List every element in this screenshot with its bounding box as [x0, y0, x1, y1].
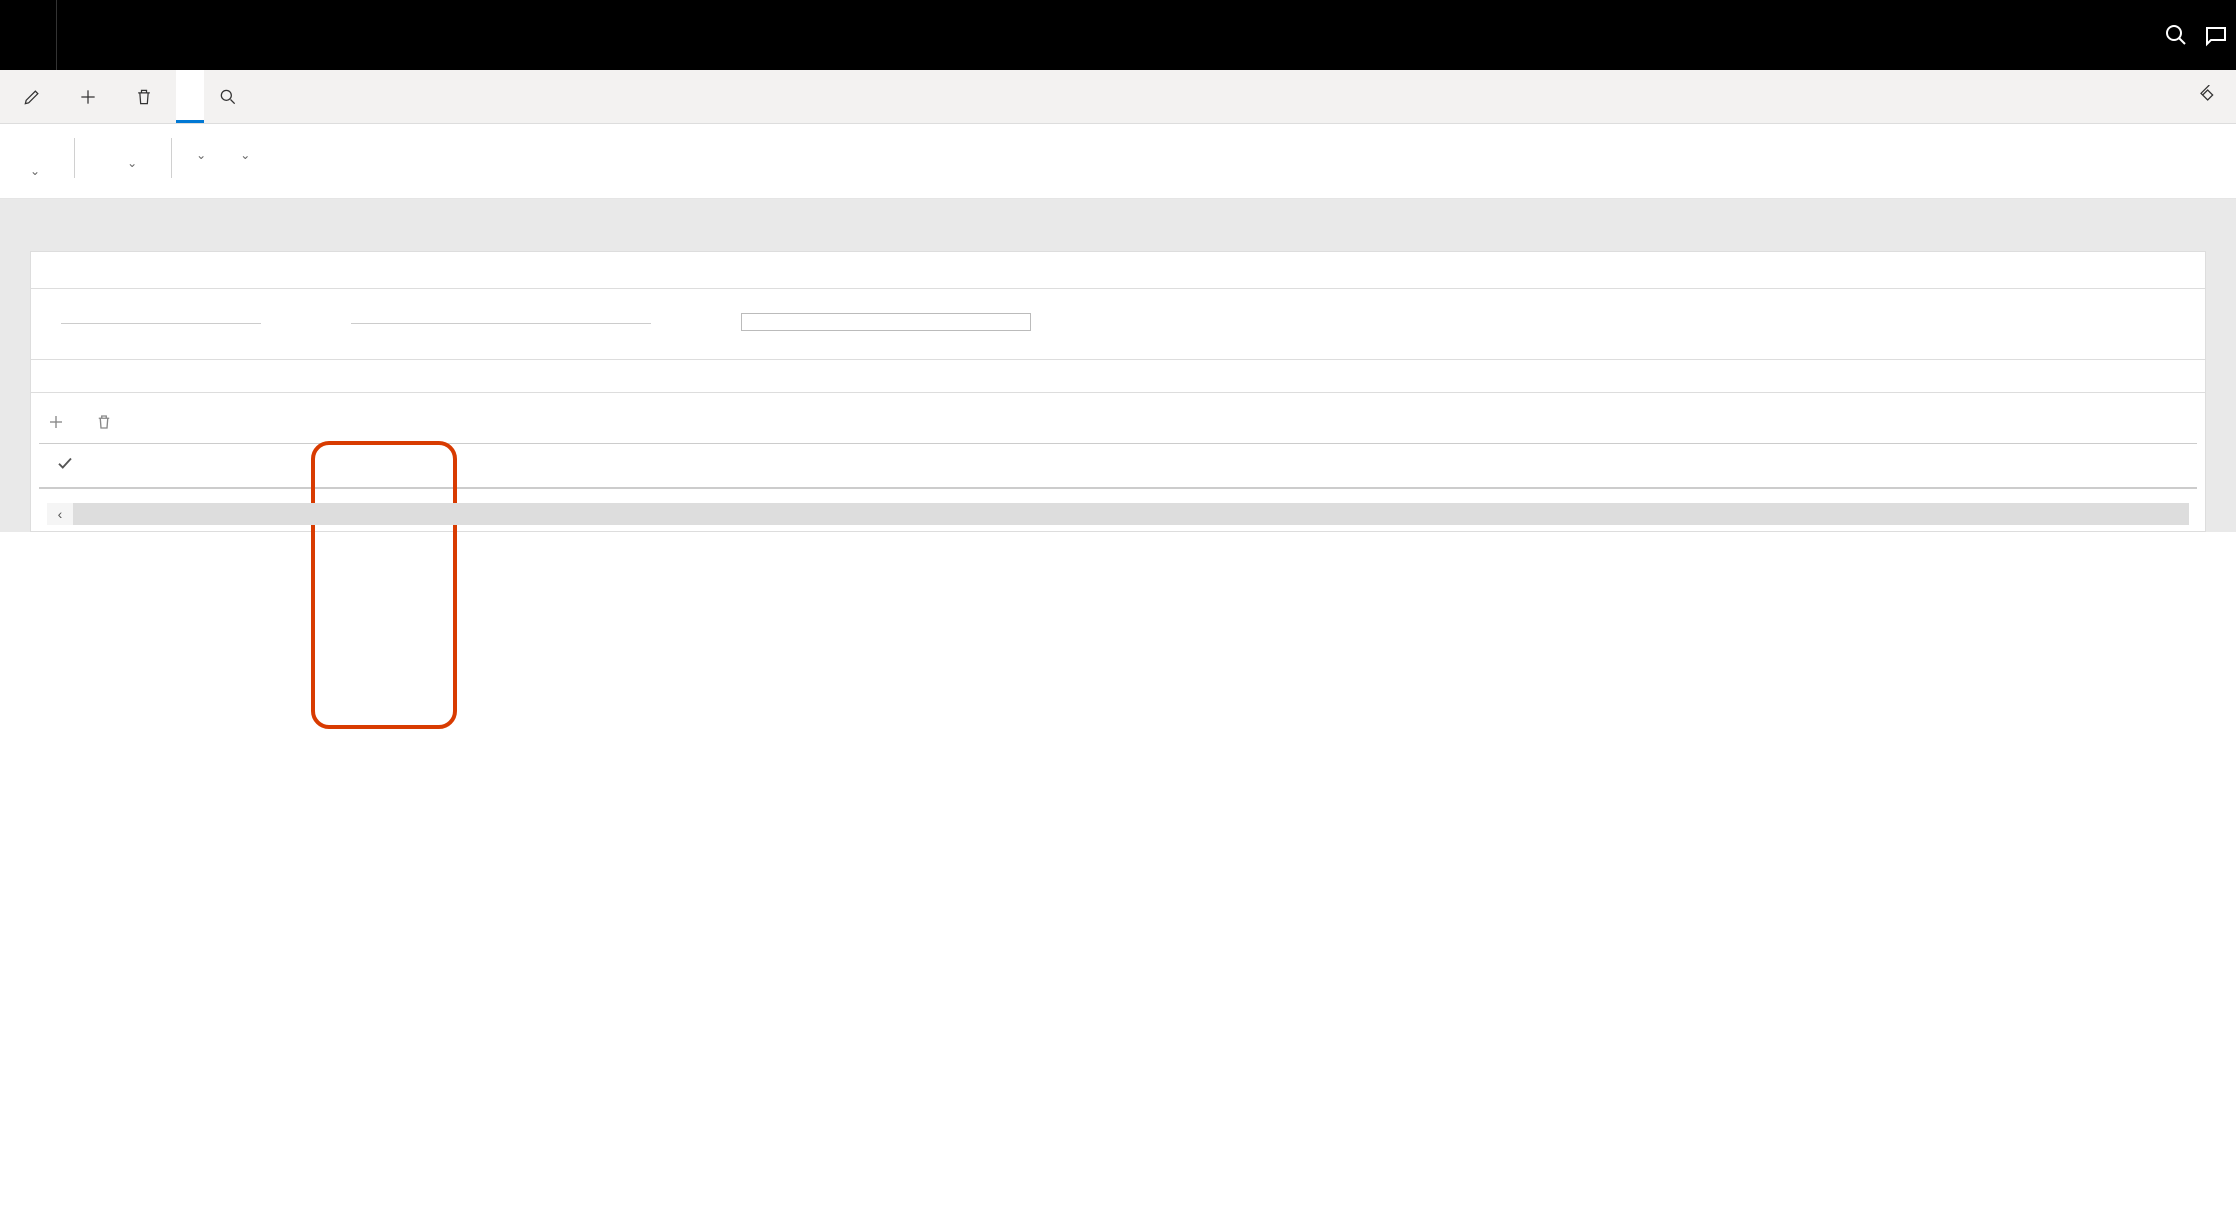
- general-header[interactable]: [31, 252, 2205, 289]
- general-fields: [31, 289, 2205, 359]
- edit-button[interactable]: [8, 70, 64, 123]
- action-bar: [0, 70, 2236, 124]
- new-button[interactable]: [64, 70, 120, 123]
- col-reward-points[interactable]: [2037, 444, 2197, 489]
- options-ribbon: ⌄ ⌄ ⌄: [0, 124, 2236, 199]
- earning-rules-section: ‹: [30, 360, 2206, 532]
- col-activity-amount[interactable]: [1143, 444, 1313, 489]
- page-body: ‹: [0, 199, 2236, 532]
- description-input[interactable]: [351, 313, 651, 324]
- col-activity-currency[interactable]: [1314, 444, 1474, 489]
- scheme-id-input[interactable]: [61, 313, 261, 324]
- col-program-tier[interactable]: [90, 444, 271, 489]
- scroll-left-icon[interactable]: ‹: [47, 503, 73, 525]
- remove-button[interactable]: [95, 413, 121, 431]
- share-group: ⌄ ⌄: [184, 138, 284, 178]
- add-workspace-link[interactable]: ⌄: [24, 164, 40, 178]
- loyalty-program-field: [741, 307, 1031, 331]
- col-product[interactable]: [899, 444, 1005, 489]
- brand-label[interactable]: [0, 0, 57, 70]
- messages-icon[interactable]: [2196, 15, 2236, 55]
- options-tab[interactable]: [176, 70, 204, 123]
- search-action-icon[interactable]: [204, 70, 252, 123]
- grid-toolbar: [39, 407, 2197, 443]
- chevron-down-icon: ⌄: [127, 156, 137, 170]
- col-reward-point-id[interactable]: [1473, 444, 1792, 489]
- select-all-checkbox[interactable]: [39, 444, 90, 489]
- col-category[interactable]: [760, 444, 898, 489]
- global-header: [0, 0, 2236, 70]
- earning-rules-header[interactable]: [31, 360, 2205, 393]
- description-field: [351, 307, 651, 331]
- custom-alert-link[interactable]: ⌄: [234, 148, 250, 162]
- general-card: [30, 251, 2206, 360]
- col-reward-point-type[interactable]: [1793, 444, 2038, 489]
- personalize-group: ⌄: [18, 138, 75, 178]
- chevron-down-icon: ⌄: [240, 148, 250, 162]
- delete-button[interactable]: [120, 70, 176, 123]
- scheme-id-field: [61, 307, 261, 331]
- add-line-button[interactable]: [47, 413, 73, 431]
- earning-rules-grid[interactable]: [39, 443, 2197, 489]
- page-title-area: [0, 219, 2236, 251]
- chevron-down-icon: ⌄: [196, 148, 206, 162]
- page-options-group: ⌄: [87, 138, 172, 178]
- col-product-variant[interactable]: [1005, 444, 1143, 489]
- change-view-link[interactable]: ⌄: [121, 156, 137, 170]
- search-icon[interactable]: [2156, 15, 2196, 55]
- attach-icon[interactable]: [2196, 85, 2216, 108]
- col-activity-type[interactable]: [431, 444, 761, 489]
- get-link-link[interactable]: ⌄: [190, 148, 206, 162]
- horizontal-scrollbar[interactable]: ‹: [47, 503, 2189, 525]
- chevron-down-icon: ⌄: [30, 164, 40, 178]
- loyalty-program-input[interactable]: [741, 313, 1031, 331]
- col-affiliation[interactable]: [271, 444, 431, 489]
